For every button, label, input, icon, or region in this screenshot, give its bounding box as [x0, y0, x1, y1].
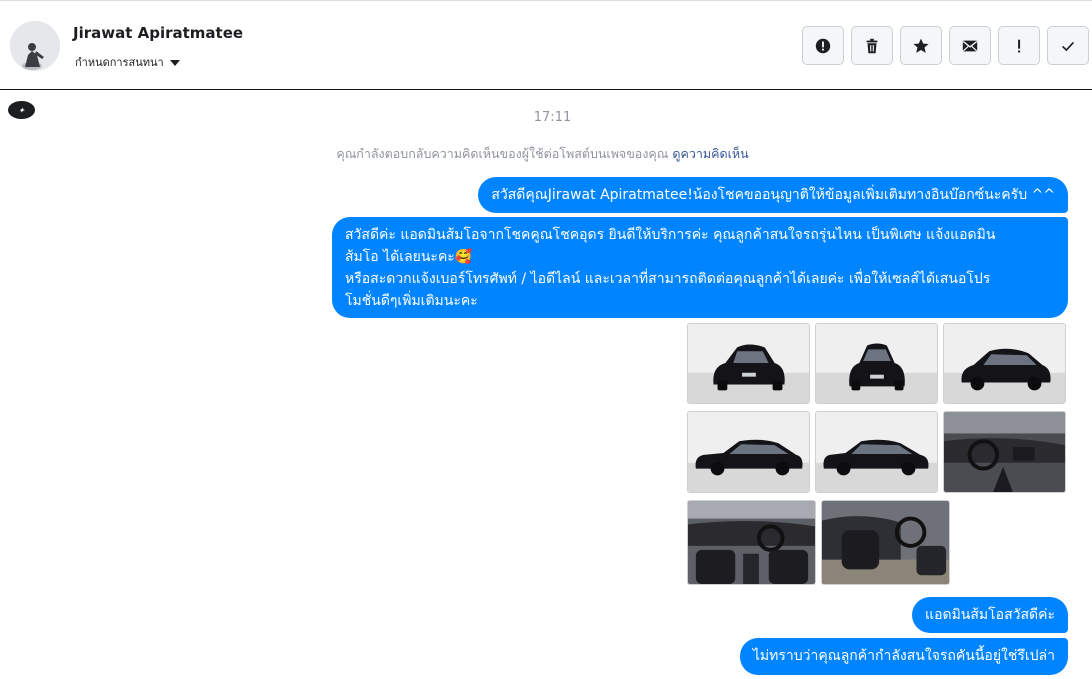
- mark-important-button[interactable]: [998, 26, 1040, 65]
- delete-button[interactable]: [851, 26, 893, 65]
- car-photo[interactable]: [687, 500, 816, 585]
- car-photo[interactable]: [687, 411, 810, 493]
- car-photo[interactable]: [943, 411, 1066, 493]
- conversation-header: Jirawat Apiratmatee กำหนดการสนทนา: [0, 0, 1092, 90]
- trash-icon: [866, 38, 878, 53]
- car-photo-image: [816, 412, 937, 492]
- car-photo-image: [822, 501, 949, 584]
- car-photo[interactable]: [815, 323, 938, 404]
- check-icon: [1062, 41, 1074, 51]
- message-bubble[interactable]: ไม่ทราบว่าคุณลูกค้ากำลังสนใจรถคันนี้อยู่…: [739, 638, 1068, 675]
- report-spam-button[interactable]: [802, 26, 844, 65]
- message-bubble[interactable]: สวัสดีค่ะ แอดมินส้มโอจากโชคคูณโชคอุดร ยิ…: [332, 217, 1068, 318]
- message-line: หรือสะดวกแจ้งเบอร์โทรศัพท์ / ไอดีไลน์ แล…: [345, 271, 991, 287]
- car-photo-image: [944, 324, 1065, 403]
- view-comment-link[interactable]: ดูความคิดเห็น: [672, 146, 748, 161]
- message-line: สวัสดีค่ะ แอดมินส้มโอจากโชคคูณโชคอุดร ยิ…: [345, 227, 996, 243]
- car-photo[interactable]: [943, 323, 1066, 404]
- conversation-actions: [802, 26, 1089, 65]
- message-line: โมชั่นดีๆเพิ่มเติมนะคะ: [345, 293, 478, 309]
- star-icon: [913, 38, 929, 53]
- assign-conversation-dropdown[interactable]: กำหนดการสนทนา: [75, 53, 180, 71]
- car-photo-image: [944, 412, 1065, 492]
- assign-label: กำหนดการสนทนา: [75, 56, 164, 69]
- caret-down-icon: [169, 59, 180, 66]
- car-photo[interactable]: [687, 323, 810, 404]
- report-icon: [815, 38, 831, 53]
- message-line: ส้มโอ ได้เลยนะคะ🥰: [345, 249, 473, 265]
- comment-reply-notice: คุณกำลังตอบกลับความคิดเห็นของผู้ใช้ต่อโพ…: [0, 144, 1085, 164]
- car-photo[interactable]: [815, 411, 938, 493]
- avatar[interactable]: [10, 21, 60, 71]
- car-photo-image: [816, 324, 937, 403]
- notice-text: คุณกำลังตอบกลับความคิดเห็นของผู้ใช้ต่อโพ…: [336, 146, 669, 161]
- avatar-image: [10, 21, 60, 71]
- car-photo-image: [688, 412, 809, 492]
- star-button[interactable]: [900, 26, 942, 65]
- message-timestamp: 17:11: [533, 110, 572, 125]
- car-photo-image: [688, 324, 809, 403]
- mark-done-button[interactable]: [1047, 26, 1089, 65]
- car-photo-image: [688, 501, 815, 584]
- contact-name[interactable]: Jirawat Apiratmatee: [73, 24, 243, 42]
- important-icon: [1018, 39, 1021, 52]
- mark-unread-button[interactable]: [949, 26, 991, 65]
- car-photo[interactable]: [821, 500, 950, 585]
- mail-icon: [962, 40, 978, 51]
- message-bubble[interactable]: สวัสดีคุณJirawat Apiratmatee!น้องโชคขออน…: [478, 177, 1068, 213]
- message-bubble[interactable]: แอดมินส้มโอสวัสดีค่ะ: [912, 597, 1068, 633]
